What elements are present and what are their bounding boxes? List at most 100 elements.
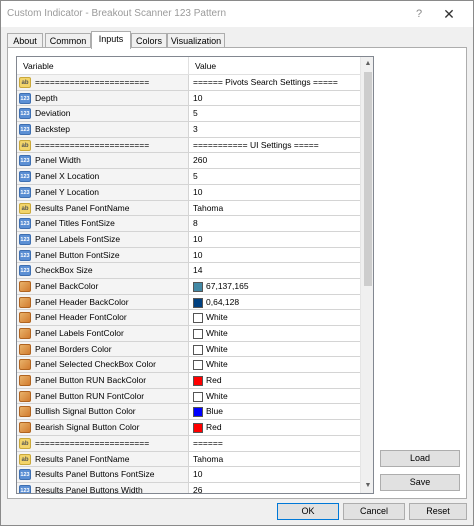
table-row[interactable]: 123 Panel Titles FontSize 8 [17, 216, 360, 232]
table-row[interactable]: Bearish Signal Button Color Red [17, 420, 360, 436]
value-cell[interactable]: 10 [189, 91, 360, 106]
ok-button[interactable]: OK [277, 503, 339, 520]
table-row[interactable]: Panel BackColor 67,137,165 [17, 278, 360, 295]
column-header-value[interactable]: Value [189, 57, 360, 75]
value-cell[interactable]: Red [189, 420, 360, 435]
color-swatch[interactable] [193, 407, 203, 418]
value-cell[interactable]: White [189, 342, 360, 357]
value-cell[interactable]: White [189, 326, 360, 341]
scroll-down-icon[interactable]: ▼ [361, 479, 373, 493]
reset-button[interactable]: Reset [409, 503, 467, 520]
value-label: 10 [193, 233, 203, 244]
table-row[interactable]: ab Results Panel FontName Tahoma [17, 451, 360, 468]
variable-cell: Panel Button RUN FontColor [17, 388, 189, 404]
table-row[interactable]: 123 Panel Width 260 [17, 153, 360, 170]
value-cell[interactable]: 5 [189, 169, 360, 184]
value-cell[interactable]: 8 [189, 216, 360, 231]
table-row[interactable]: ab ======================= ====== Pivots S… [17, 75, 360, 91]
tab-about[interactable]: About [7, 33, 43, 48]
save-button[interactable]: Save [380, 474, 460, 491]
color-swatch[interactable] [193, 329, 203, 339]
value-cell[interactable]: 26 [189, 483, 360, 493]
value-label: White [206, 390, 228, 401]
variable-label: Panel Button RUN FontColor [35, 390, 145, 401]
help-button[interactable]: ? [411, 6, 427, 22]
table-row[interactable]: Panel Button RUN FontColor White [17, 388, 360, 405]
color-swatch[interactable] [193, 344, 203, 355]
value-cell[interactable]: White [189, 389, 360, 404]
table-row[interactable]: Panel Header FontColor White [17, 310, 360, 326]
value-cell[interactable]: ====== [189, 436, 360, 451]
color-swatch[interactable] [193, 391, 203, 402]
table-row[interactable]: Panel Header BackColor 0,64,128 [17, 294, 360, 311]
value-cell[interactable]: 14 [189, 263, 360, 278]
vertical-scrollbar[interactable]: ▲ ▼ [360, 57, 373, 493]
tab-visualization[interactable]: Visualization [167, 33, 225, 48]
value-cell[interactable]: ====== Pivots Search Settings ===== [189, 75, 360, 90]
table-row[interactable]: 123 Results Panel Buttons FontSize 10 [17, 467, 360, 483]
load-button[interactable]: Load [380, 450, 460, 467]
variable-label: Depth [35, 92, 58, 103]
table-row[interactable]: ab Results Panel FontName Tahoma [17, 200, 360, 217]
value-cell[interactable]: 260 [189, 153, 360, 168]
table-row[interactable]: ab ======================= =========== UI … [17, 137, 360, 154]
value-cell[interactable]: =========== UI Settings ===== [189, 138, 360, 153]
value-label: Red [206, 375, 222, 386]
grid-header: Variable Value [17, 57, 360, 75]
table-row[interactable]: 123 CheckBox Size 14 [17, 263, 360, 279]
table-row[interactable]: ab ======================= ====== [17, 435, 360, 452]
table-row[interactable]: Panel Selected CheckBox Color White [17, 357, 360, 374]
table-row[interactable]: 123 Panel Labels FontSize 10 [17, 231, 360, 248]
table-row[interactable]: 123 Panel Button FontSize 10 [17, 247, 360, 264]
color-swatch[interactable] [193, 360, 203, 371]
value-cell[interactable]: 10 [189, 467, 360, 482]
table-row[interactable]: Panel Labels FontColor White [17, 326, 360, 342]
table-row[interactable]: 123 Panel X Location 5 [17, 169, 360, 185]
value-cell[interactable]: Tahoma [189, 201, 360, 216]
table-row[interactable]: Panel Borders Color White [17, 341, 360, 358]
value-cell[interactable]: White [189, 357, 360, 372]
table-row[interactable]: 123 Panel Y Location 10 [17, 184, 360, 201]
value-cell[interactable]: 10 [189, 232, 360, 247]
color-swatch[interactable] [193, 281, 203, 292]
value-cell[interactable]: Red [189, 373, 360, 388]
value-cell[interactable]: 10 [189, 185, 360, 200]
table-row[interactable]: 123 Deviation 5 [17, 106, 360, 123]
cancel-button[interactable]: Cancel [343, 503, 405, 520]
value-cell[interactable]: White [189, 310, 360, 325]
color-swatch[interactable] [193, 423, 203, 434]
tab-colors[interactable]: Colors [131, 33, 167, 48]
value-cell[interactable]: 5 [189, 106, 360, 121]
color-swatch[interactable] [193, 313, 203, 324]
column-header-variable[interactable]: Variable [17, 57, 189, 75]
value-cell[interactable]: 67,137,165 [189, 279, 360, 294]
scroll-up-icon[interactable]: ▲ [361, 57, 373, 71]
color-swatch[interactable] [193, 376, 203, 387]
tab-inputs[interactable]: Inputs [91, 31, 131, 49]
variable-label: ======================= [35, 139, 150, 150]
color-swatch[interactable] [193, 297, 203, 308]
value-label: 10 [193, 249, 203, 260]
variable-label: Panel Labels FontSize [35, 233, 121, 244]
integer-type-icon: 123 [19, 484, 31, 493]
string-type-icon: ab [19, 77, 31, 88]
tab-common[interactable]: Common [45, 33, 91, 48]
value-cell[interactable]: 10 [189, 248, 360, 263]
value-cell[interactable]: Blue [189, 404, 360, 419]
table-row[interactable]: Panel Button RUN BackColor Red [17, 373, 360, 389]
variable-cell: Bearish Signal Button Color [17, 420, 189, 435]
variable-cell: 123 Results Panel Buttons Width [17, 482, 189, 493]
scroll-thumb[interactable] [364, 72, 372, 286]
value-cell[interactable]: 3 [189, 122, 360, 137]
variable-cell: 123 Results Panel Buttons FontSize [17, 467, 189, 482]
table-row[interactable]: 123 Results Panel Buttons Width 26 [17, 482, 360, 493]
close-button[interactable]: ✕ [431, 3, 467, 25]
value-cell[interactable]: 0,64,128 [189, 295, 360, 310]
table-row[interactable]: Bullish Signal Button Color Blue [17, 404, 360, 421]
value-label: Red [206, 422, 222, 433]
value-label: 0,64,128 [206, 296, 240, 307]
table-row[interactable]: 123 Backstep 3 [17, 122, 360, 138]
table-row[interactable]: 123 Depth 10 [17, 90, 360, 107]
variable-label: Panel Titles FontSize [35, 218, 115, 229]
value-cell[interactable]: Tahoma [189, 452, 360, 467]
